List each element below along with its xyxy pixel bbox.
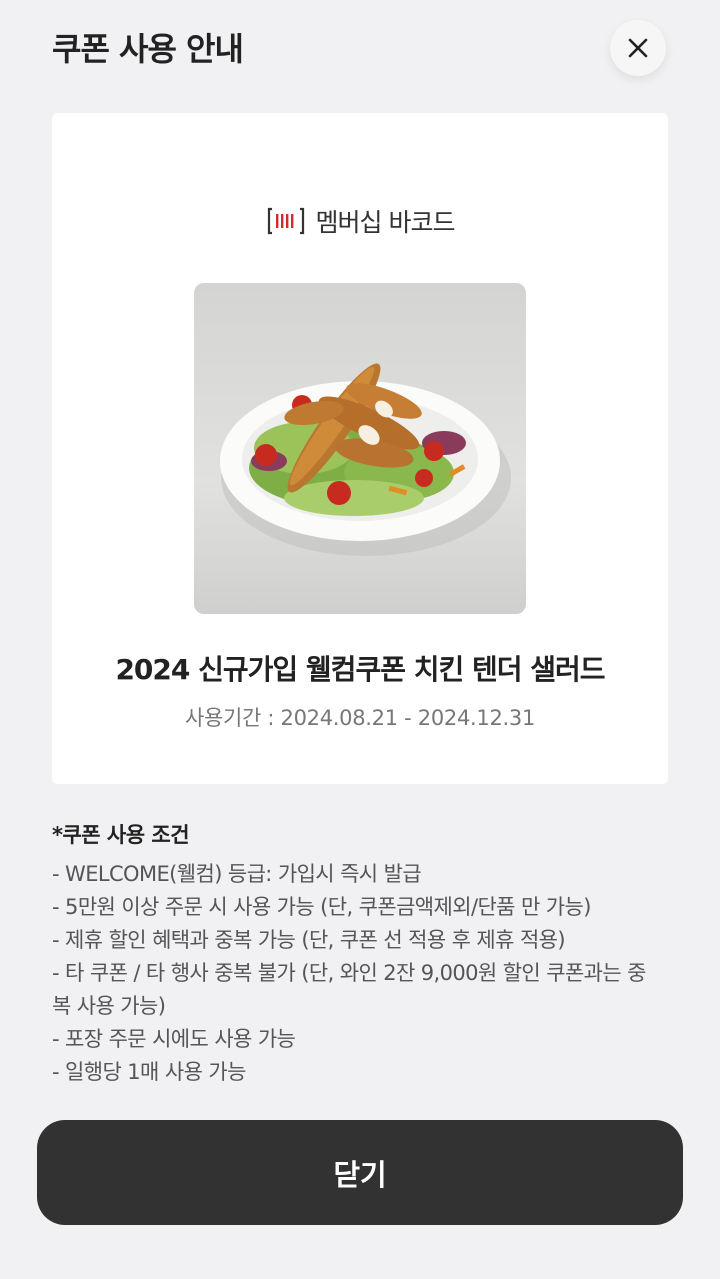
- coupon-usage-guide-screen: 쿠폰 사용 안내 멤버십 바코드 2024 신규가입 웰컴쿠폰 치킨 텐더 샐러…: [0, 0, 720, 1279]
- condition-item: - 포장 주문 시에도 사용 가능: [52, 1027, 296, 1051]
- coupon-name: 2024 신규가입 웰컴쿠폰 치킨 텐더 샐러드: [115, 653, 605, 686]
- condition-item: - 5만원 이상 주문 시 사용 가능 (단, 쿠폰금액제외/단품 만 가능): [52, 895, 591, 919]
- condition-item: - 타 쿠폰 / 타 행사 중복 불가 (단, 와인 2잔 9,000원 할인 …: [52, 961, 647, 1018]
- membership-barcode-button[interactable]: 멤버십 바코드: [0, 203, 720, 239]
- coupon-period: 사용기간 : 2024.08.21 - 2024.12.31: [184, 706, 536, 730]
- conditions-title: *쿠폰 사용 조건: [52, 823, 190, 847]
- close-button[interactable]: [610, 20, 666, 76]
- close-bottom-button[interactable]: 닫기: [37, 1120, 683, 1225]
- close-icon: [628, 38, 648, 58]
- condition-item: - 제휴 할인 혜택과 중복 가능 (단, 쿠폰 선 적용 후 제휴 적용): [52, 928, 566, 952]
- barcode-icon: [267, 207, 304, 235]
- condition-item: - WELCOME(웰컴) 등급: 가입시 즉시 발급: [52, 862, 422, 886]
- conditions-list: - WELCOME(웰컴) 등급: 가입시 즉시 발급 - 5만원 이상 주문 …: [52, 858, 662, 1089]
- condition-item: - 일행당 1매 사용 가능: [52, 1060, 246, 1084]
- barcode-label: 멤버십 바코드: [315, 208, 456, 237]
- coupon-food-image: [194, 283, 526, 614]
- page-title: 쿠폰 사용 안내: [52, 30, 244, 68]
